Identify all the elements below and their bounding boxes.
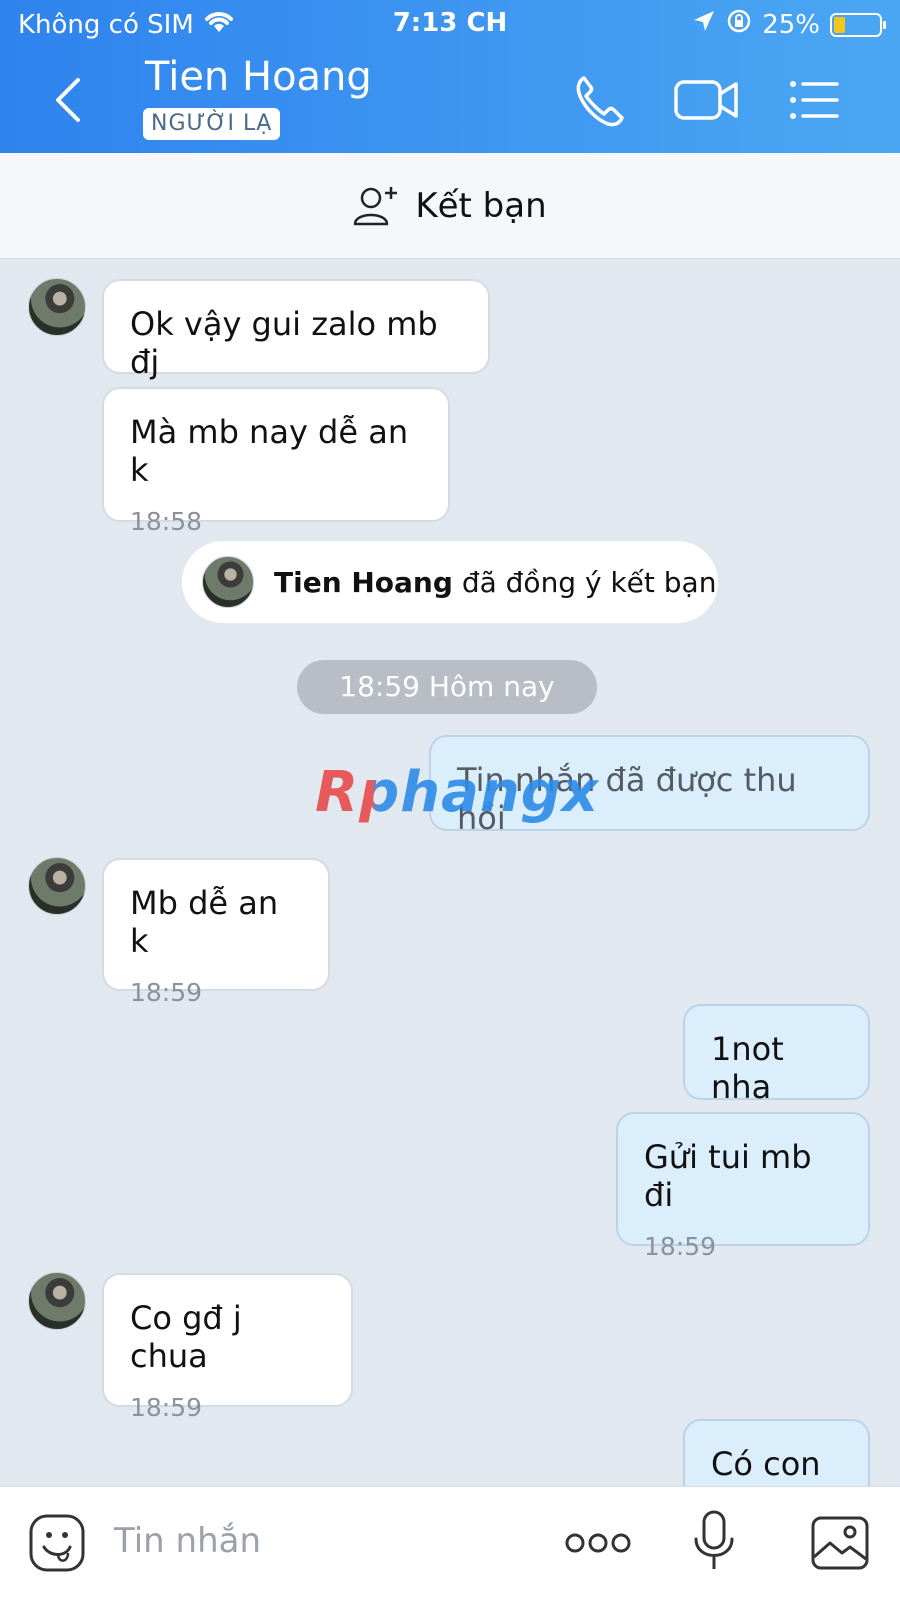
add-user-icon: [354, 186, 398, 225]
message-bubble[interactable]: Ok vậy gui zalo mb đj: [102, 279, 490, 381]
chat-header: Không có SIM 7:13 CH 25% Tien Hoang NGƯỜ…: [0, 0, 900, 153]
call-button[interactable]: [570, 70, 630, 130]
phone-icon: [576, 76, 624, 127]
message-time: 18:59: [644, 1232, 717, 1261]
message-bubble[interactable]: Gửi tui mb đi 18:59: [616, 1112, 870, 1261]
contact-name[interactable]: Tien Hoang: [145, 54, 372, 100]
video-call-button[interactable]: [672, 70, 742, 130]
more-dots-icon: [565, 1533, 631, 1553]
message-text: 1not nha: [711, 1030, 784, 1106]
emoji-button[interactable]: [28, 1513, 86, 1577]
battery-percent: 25%: [762, 9, 820, 40]
menu-button[interactable]: [785, 70, 845, 130]
message-time: 18:59: [130, 1393, 203, 1422]
stranger-badge: NGƯỜI LẠ: [143, 108, 281, 140]
location-icon: [692, 9, 716, 40]
rotation-lock-icon: [726, 8, 752, 41]
chevron-left-icon: [56, 78, 80, 122]
notice-name: Tien Hoang: [274, 565, 453, 599]
avatar[interactable]: [28, 857, 86, 915]
watermark-logo: Rphangx: [315, 760, 599, 825]
status-bar: Không có SIM 7:13 CH 25%: [0, 0, 900, 52]
back-button[interactable]: [44, 72, 94, 128]
sticker-icon: [29, 1514, 85, 1572]
avatar: [202, 556, 254, 608]
avatar[interactable]: [28, 1272, 86, 1330]
voice-message-button[interactable]: [692, 1509, 736, 1577]
message-text: Gửi tui mb đi: [644, 1138, 812, 1214]
message-bubble[interactable]: Mb dễ an k 18:59: [102, 858, 330, 1007]
message-time: 18:58: [130, 507, 203, 536]
notice-text: đã đồng ý kết bạn: [461, 565, 717, 599]
message-text: Ok vậy gui zalo mb đj: [130, 305, 438, 381]
list-menu-icon: [790, 81, 839, 119]
message-input[interactable]: Tin nhắn: [114, 1521, 261, 1561]
message-bubble[interactable]: Mà mb nay dễ an k 18:58: [102, 387, 450, 536]
image-picker-button[interactable]: [810, 1515, 870, 1575]
message-text: Mà mb nay dễ an k: [130, 413, 409, 489]
message-text: Co gđ j chua: [130, 1299, 242, 1375]
avatar[interactable]: [28, 278, 86, 336]
friend-accepted-notice: Tien Hoang đã đồng ý kết bạn: [182, 541, 718, 623]
video-camera-icon: [674, 80, 738, 120]
microphone-icon: [694, 1510, 734, 1569]
message-bubble[interactable]: Co gđ j chua 18:59: [102, 1273, 353, 1422]
message-input-bar: Tin nhắn: [0, 1486, 900, 1600]
add-friend-label: Kết bạn: [415, 185, 547, 226]
more-options-button[interactable]: [565, 1531, 631, 1559]
message-text: Mb dễ an k: [130, 884, 279, 960]
add-friend-button[interactable]: Kết bạn: [0, 153, 900, 259]
battery-icon: [830, 12, 886, 37]
image-icon: [811, 1516, 869, 1570]
date-separator: 18:59 Hôm nay: [297, 660, 597, 714]
message-time: 18:59: [130, 978, 203, 1007]
message-bubble[interactable]: 1not nha: [683, 1004, 870, 1106]
